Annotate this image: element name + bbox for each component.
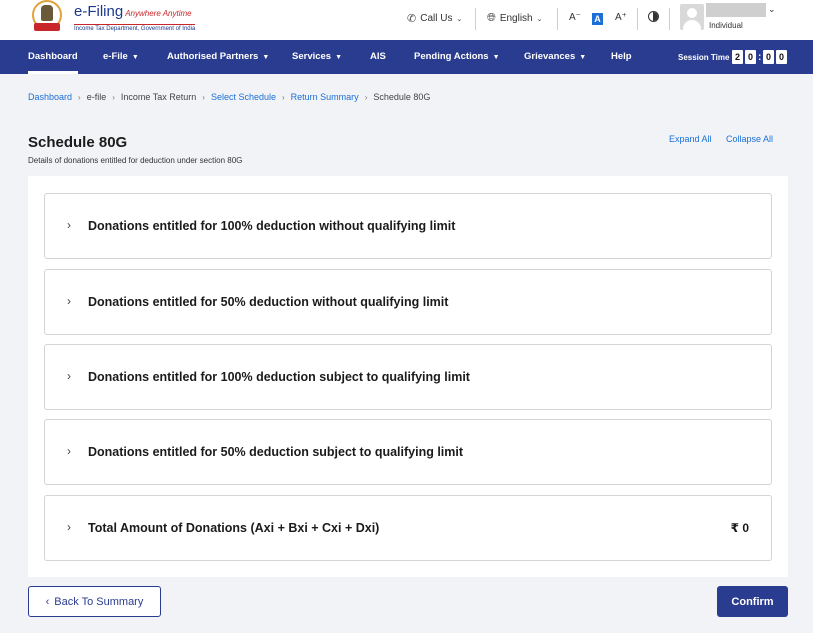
breadcrumb: Dashboard › e-file › Income Tax Return ›… <box>28 92 430 102</box>
accordion-100-without-limit[interactable]: › Donations entitled for 100% deduction … <box>44 193 772 259</box>
schedule-panel: › Donations entitled for 100% deduction … <box>28 176 788 577</box>
accordion-label: Donations entitled for 100% deduction su… <box>88 370 470 384</box>
total-amount: ₹ 0 <box>730 521 749 535</box>
chevron-right-icon: › <box>67 218 71 232</box>
accordion-total-donations[interactable]: › Total Amount of Donations (Axi + Bxi +… <box>44 495 772 561</box>
back-to-summary-button[interactable]: ‹ Back To Summary <box>28 586 161 617</box>
expand-all-link[interactable]: Expand All <box>669 134 712 144</box>
page-title: Schedule 80G <box>28 134 128 151</box>
user-role: Individual <box>709 21 743 30</box>
nav-label: Services <box>292 51 332 62</box>
accordion-label: Donations entitled for 100% deduction wi… <box>88 219 456 233</box>
call-us-label: Call Us <box>420 13 453 24</box>
language-select[interactable]: 🌐︎ English ⌄ <box>487 12 543 25</box>
efiling-logo[interactable]: e-Filing Anywhere Anytime Income Tax Depa… <box>28 0 208 36</box>
divider <box>669 8 670 30</box>
nav-dashboard[interactable]: Dashboard <box>28 40 78 74</box>
nav-label: Authorised Partners <box>167 51 259 62</box>
chevron-left-icon: ‹ <box>45 595 50 608</box>
chevron-down-icon: ▼ <box>492 54 500 61</box>
nav-label: Dashboard <box>28 51 78 62</box>
chevron-right-icon: › <box>67 294 71 308</box>
chevron-down-icon: ▼ <box>579 54 587 61</box>
nav-efile[interactable]: e-File ▼ <box>103 40 139 74</box>
chevron-right-icon: › <box>67 444 71 458</box>
accordion-label: Donations entitled for 50% deduction wit… <box>88 295 449 309</box>
phone-icon: ✆ <box>407 13 417 25</box>
timer-colon: : <box>758 51 762 63</box>
breadcrumb-dashboard[interactable]: Dashboard <box>28 92 72 102</box>
timer-digit: 0 <box>763 50 774 64</box>
chevron-right-icon: › <box>67 369 71 383</box>
chevron-down-icon[interactable]: ⌄ <box>768 4 776 15</box>
accordion-100-with-limit[interactable]: › Donations entitled for 100% deduction … <box>44 344 772 410</box>
call-us-menu[interactable]: ✆ Call Us ⌄ <box>407 12 462 25</box>
nav-label: Grievances <box>524 51 576 62</box>
nav-label: AIS <box>370 51 386 62</box>
logo-subtitle: Income Tax Department, Government of Ind… <box>74 24 196 32</box>
accordion-label: Total Amount of Donations (Axi + Bxi + C… <box>88 521 380 535</box>
logo-title: e-Filing <box>74 3 124 20</box>
chevron-down-icon: ▼ <box>262 54 270 61</box>
accordion-50-with-limit[interactable]: › Donations entitled for 50% deduction s… <box>44 419 772 485</box>
nav-label: Help <box>611 51 632 62</box>
chevron-right-icon: › <box>67 520 71 534</box>
globe-icon: 🌐︎ <box>487 12 496 24</box>
emblem-icon <box>28 0 66 36</box>
nav-label: e-File <box>103 51 128 62</box>
nav-pending-actions[interactable]: Pending Actions ▼ <box>414 40 500 74</box>
chevron-down-icon: ▼ <box>131 54 139 61</box>
logo-tagline: Anywhere Anytime <box>125 9 192 18</box>
nav-authorised-partners[interactable]: Authorised Partners ▼ <box>167 40 269 74</box>
font-default-button[interactable]: A <box>592 13 603 25</box>
breadcrumb-schedule-80g: Schedule 80G <box>373 92 431 102</box>
chevron-down-icon: ⌄ <box>456 15 463 23</box>
back-button-label: Back To Summary <box>54 595 144 608</box>
nav-services[interactable]: Services ▼ <box>292 40 342 74</box>
session-timer: 2 0 : 0 0 <box>732 50 787 64</box>
chevron-right-icon: › <box>281 92 285 102</box>
collapse-all-link[interactable]: Collapse All <box>726 134 773 144</box>
accordion-50-without-limit[interactable]: › Donations entitled for 50% deduction w… <box>44 269 772 335</box>
timer-digit: 2 <box>732 50 743 64</box>
chevron-right-icon: › <box>112 92 115 102</box>
chevron-right-icon: › <box>364 92 368 102</box>
avatar[interactable] <box>680 4 704 30</box>
nav-ais[interactable]: AIS <box>370 40 386 74</box>
contrast-icon[interactable] <box>648 11 659 22</box>
divider <box>557 8 558 30</box>
timer-digit: 0 <box>776 50 787 64</box>
nav-label: Pending Actions <box>414 51 489 62</box>
chevron-right-icon: › <box>202 92 205 102</box>
nav-help[interactable]: Help <box>611 40 632 74</box>
divider <box>637 8 638 30</box>
chevron-right-icon: › <box>78 92 81 102</box>
confirm-button[interactable]: Confirm <box>717 586 788 617</box>
breadcrumb-efile: e-file <box>86 92 107 102</box>
username-redacted <box>706 3 766 17</box>
session-time-label: Session Time <box>678 53 730 62</box>
divider <box>475 8 476 30</box>
page-subtitle: Details of donations entitled for deduct… <box>28 156 243 165</box>
nav-grievances[interactable]: Grievances ▼ <box>524 40 586 74</box>
breadcrumb-income-tax-return: Income Tax Return <box>120 92 197 102</box>
font-increase-button[interactable]: A⁺ <box>614 12 628 23</box>
top-header: e-Filing Anywhere Anytime Income Tax Depa… <box>0 0 813 40</box>
font-decrease-button[interactable]: A⁻ <box>568 12 582 23</box>
accordion-label: Donations entitled for 50% deduction sub… <box>88 445 464 459</box>
chevron-down-icon: ▼ <box>335 54 343 61</box>
language-label: English <box>499 13 533 24</box>
breadcrumb-select-schedule[interactable]: Select Schedule <box>211 92 276 102</box>
chevron-down-icon: ⌄ <box>536 15 543 23</box>
timer-digit: 0 <box>745 50 756 64</box>
main-nav: Dashboard e-File ▼ Authorised Partners ▼ S… <box>0 40 813 74</box>
breadcrumb-return-summary[interactable]: Return Summary <box>291 92 359 102</box>
